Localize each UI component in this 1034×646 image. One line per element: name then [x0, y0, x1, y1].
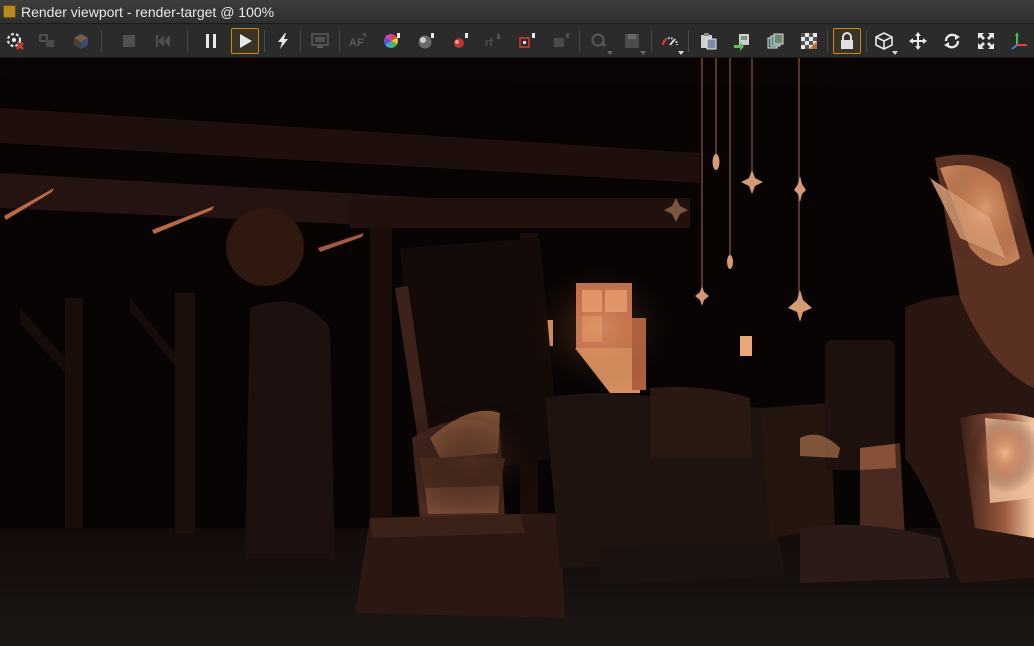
region-render-button[interactable] [35, 29, 59, 53]
fit-view-button[interactable] [974, 29, 998, 53]
region-render-icon [39, 34, 54, 47]
gizmo-button[interactable] [1008, 29, 1032, 53]
stop-icon [123, 35, 135, 47]
auto-focus-button[interactable]: AF [345, 29, 369, 53]
gauge-icon [662, 37, 678, 46]
pause-icon [206, 34, 216, 48]
rotate-icon [944, 33, 960, 49]
af-icon: AF [349, 33, 366, 49]
toolbar-separator [688, 30, 689, 52]
object-render-button[interactable] [69, 29, 93, 53]
cube-render-icon [74, 34, 88, 49]
lock-button[interactable] [833, 28, 861, 54]
svg-text:AF: AF [349, 37, 364, 49]
material-sphere-icon [418, 33, 434, 49]
render-image [0, 58, 1034, 646]
cube-icon [875, 32, 893, 50]
window-title: Render viewport - render-target @ 100% [21, 4, 275, 20]
render-settings-button[interactable] [3, 29, 27, 53]
move-icon [909, 32, 927, 50]
save-image-button[interactable] [620, 29, 646, 55]
toolbar-separator [866, 30, 867, 52]
save-icon [625, 34, 639, 48]
color-wheel-icon [384, 33, 400, 48]
toolbar-separator [827, 30, 828, 52]
camera-view-button[interactable] [872, 29, 898, 55]
render-settings-icon [6, 32, 24, 50]
toolbar-separator [300, 30, 301, 52]
export-icon [734, 34, 749, 51]
lock-icon [841, 32, 853, 49]
toolbar-separator [187, 30, 188, 52]
window-titlebar: Render viewport - render-target @ 100% [0, 0, 1034, 24]
axis-gizmo-icon [1011, 32, 1027, 50]
clipboard-icon [701, 33, 717, 50]
pause-render-button[interactable] [199, 29, 223, 53]
start-render-button[interactable] [231, 28, 259, 54]
zoom-button[interactable] [587, 29, 613, 55]
display-mode-button[interactable] [308, 29, 332, 53]
pan-button[interactable] [906, 29, 930, 53]
app-icon [3, 5, 16, 18]
fullscreen-icon [978, 33, 994, 49]
stop-render-button[interactable] [117, 29, 141, 53]
object-picker-button[interactable] [515, 29, 539, 53]
toolbar-separator [101, 30, 102, 52]
material-picker-button[interactable] [414, 29, 438, 53]
layers-icon [767, 33, 784, 49]
refocus-button[interactable]: rf [481, 29, 505, 53]
export-button[interactable] [730, 29, 754, 53]
restart-render-button[interactable] [151, 29, 175, 53]
render-toolbar: AF rf [0, 24, 1034, 58]
toolbar-separator [339, 30, 340, 52]
layers-button[interactable] [763, 29, 787, 53]
orbit-button[interactable] [940, 29, 964, 53]
quick-render-button[interactable] [271, 29, 295, 53]
performance-button[interactable] [658, 29, 684, 55]
skip-back-icon [156, 35, 170, 47]
refocus-icon: rf [485, 34, 500, 49]
monitor-icon [311, 33, 329, 48]
light-picker-icon [454, 33, 468, 48]
toolbar-separator [651, 30, 652, 52]
alpha-button[interactable] [797, 29, 821, 53]
play-icon [240, 34, 252, 48]
render-viewport[interactable] [0, 58, 1034, 646]
toolbar-separator [579, 30, 580, 52]
lightning-icon [278, 33, 288, 49]
copy-to-clipboard-button[interactable] [696, 29, 720, 53]
checker-icon [801, 33, 817, 49]
mesh-picker-icon [554, 33, 569, 47]
light-picker-button[interactable] [448, 29, 472, 53]
zoom-icon [591, 33, 607, 48]
object-picker-icon [519, 33, 535, 48]
svg-text:rf: rf [485, 37, 493, 49]
color-picker-button[interactable] [380, 29, 404, 53]
toolbar-separator [264, 30, 265, 52]
mesh-picker-button[interactable] [549, 29, 573, 53]
